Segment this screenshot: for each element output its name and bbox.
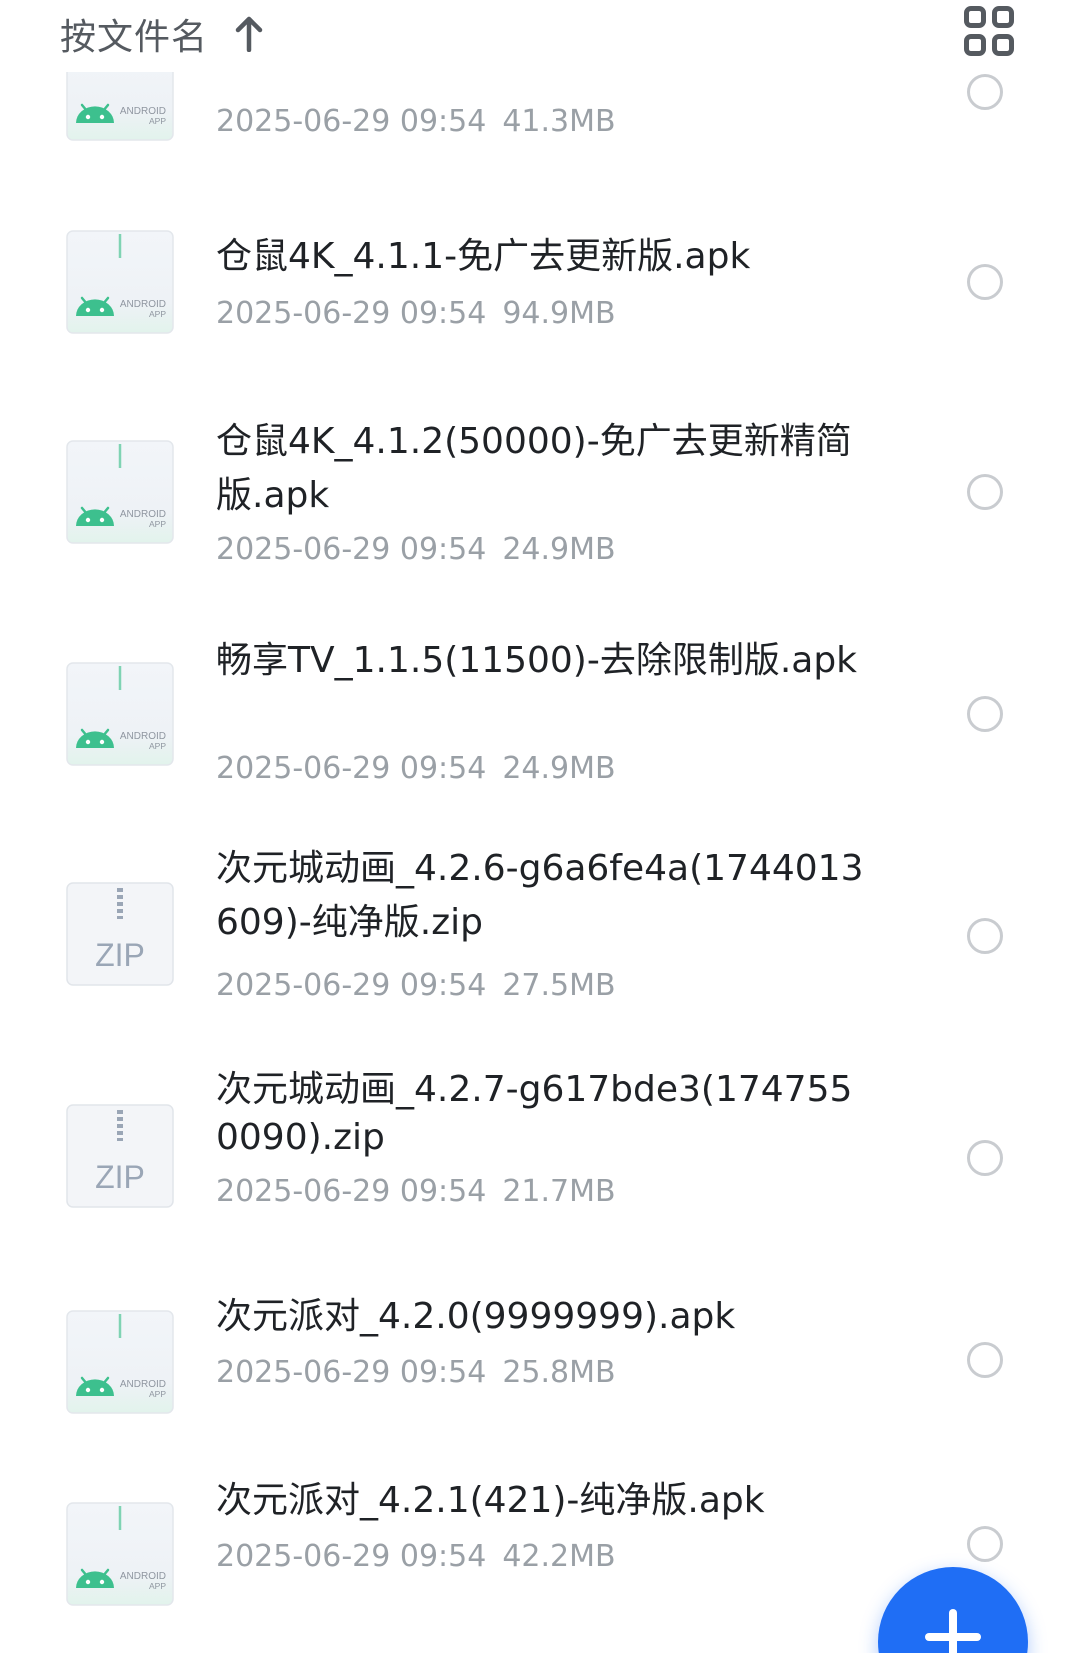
file-meta: 2025-06-29 09:54 24.9MB: [216, 530, 866, 570]
svg-text:APP: APP: [149, 116, 166, 126]
list-item[interactable]: ANDROID APP 仓鼠4K_4.1.2(50000)-免广去更新精简版.a…: [0, 360, 1080, 584]
file-size: 25.8MB: [502, 1355, 616, 1390]
svg-text:ZIP: ZIP: [95, 937, 145, 973]
file-name: 畅享TV_1.1.5(11500)-去除限制版.apk: [216, 640, 858, 681]
arrow-up-icon: [234, 16, 264, 52]
grid-cell: [964, 6, 986, 28]
file-name: 仓鼠4K_4.1.2(50000)-免广去更新精简版.apk: [216, 421, 852, 516]
file-meta: 2025-06-29 09:54 25.8MB: [216, 1353, 866, 1393]
svg-text:ZIP: ZIP: [95, 1159, 145, 1195]
file-date: 2025-06-29 09:54: [216, 532, 487, 567]
file-name: 次元派对_4.2.0(9999999).apk: [216, 1296, 736, 1337]
select-radio[interactable]: [967, 1342, 1003, 1378]
file-meta: 2025-06-29 09:54 94.9MB: [216, 294, 866, 334]
list-item[interactable]: ANDROID APP 次元派对_4.2.0(9999999).apk 2025…: [0, 1250, 1080, 1446]
file-size: 24.9MB: [502, 532, 616, 567]
file-name: 次元城动画_4.2.6-g6a6fe4a(1744013609)-纯净版.zip: [216, 848, 864, 943]
file-date: 2025-06-29 09:54: [216, 968, 487, 1003]
select-radio[interactable]: [967, 1526, 1003, 1562]
list-item[interactable]: ZIP 次元城动画_4.2.7-g617bde3(1747550090).zip…: [0, 1030, 1080, 1250]
select-radio[interactable]: [967, 474, 1003, 510]
file-date: 2025-06-29 09:54: [216, 1539, 487, 1574]
file-size: 94.9MB: [502, 296, 616, 331]
file-list: ANDROID APP 2025-06-29 09:54 41.3MB ANDR…: [0, 0, 1080, 1653]
select-radio[interactable]: [967, 696, 1003, 732]
sort-by-name-button[interactable]: 按文件名: [60, 8, 264, 60]
file-meta: 2025-06-29 09:54 27.5MB: [216, 966, 866, 1006]
file-size: 42.2MB: [502, 1539, 616, 1574]
android-apk-file-icon: ANDROID APP: [66, 1310, 174, 1414]
select-radio[interactable]: [967, 918, 1003, 954]
file-size: 24.9MB: [502, 751, 616, 786]
file-list-screen: ANDROID APP 2025-06-29 09:54 41.3MB ANDR…: [0, 0, 1080, 1653]
list-item[interactable]: ZIP 次元城动画_4.2.6-g6a6fe4a(1744013609)-纯净版…: [0, 806, 1080, 1030]
select-radio[interactable]: [967, 1140, 1003, 1176]
file-date: 2025-06-29 09:54: [216, 104, 487, 139]
android-apk-file-icon: ANDROID APP: [66, 662, 174, 766]
svg-text:APP: APP: [149, 1389, 166, 1399]
file-meta: 2025-06-29 09:54 24.9MB: [216, 749, 866, 789]
file-meta: 2025-06-29 09:54 42.2MB: [216, 1537, 866, 1577]
svg-text:APP: APP: [149, 519, 166, 529]
grid-view-icon[interactable]: [964, 6, 1018, 60]
list-item[interactable]: ANDROID APP 畅享TV_1.1.5(11500)-去除限制版.apk …: [0, 584, 1080, 806]
grid-cell: [964, 34, 986, 56]
select-radio[interactable]: [967, 74, 1003, 110]
file-size: 27.5MB: [502, 968, 616, 1003]
android-apk-file-icon: ANDROID APP: [66, 1502, 174, 1606]
select-radio[interactable]: [967, 264, 1003, 300]
file-date: 2025-06-29 09:54: [216, 1174, 487, 1209]
list-header: 按文件名: [0, 0, 1080, 72]
file-date: 2025-06-29 09:54: [216, 751, 487, 786]
file-name: 次元派对_4.2.1(421)-纯净版.apk: [216, 1480, 765, 1521]
file-date: 2025-06-29 09:54: [216, 296, 487, 331]
android-apk-file-icon: ANDROID APP: [66, 440, 174, 544]
sort-label: 按文件名: [60, 17, 209, 58]
grid-cell: [992, 6, 1014, 28]
zip-file-icon: ZIP: [66, 1104, 174, 1208]
svg-text:APP: APP: [149, 1581, 166, 1591]
list-item[interactable]: ANDROID APP 仓鼠4K_4.1.1-免广去更新版.apk 2025-0…: [0, 160, 1080, 360]
file-date: 2025-06-29 09:54: [216, 1355, 487, 1390]
svg-text:APP: APP: [149, 309, 166, 319]
android-apk-file-icon: ANDROID APP: [66, 230, 174, 334]
file-size: 21.7MB: [502, 1174, 616, 1209]
file-size: 41.3MB: [502, 104, 616, 139]
file-name: 仓鼠4K_4.1.1-免广去更新版.apk: [216, 236, 751, 277]
file-name: 次元城动画_4.2.7-g617bde3(1747550090).zip: [216, 1069, 853, 1158]
file-meta: 2025-06-29 09:54 41.3MB: [216, 102, 866, 142]
file-meta: 2025-06-29 09:54 21.7MB: [216, 1172, 866, 1212]
svg-text:APP: APP: [149, 741, 166, 751]
zip-file-icon: ZIP: [66, 882, 174, 986]
grid-cell: [992, 34, 1014, 56]
